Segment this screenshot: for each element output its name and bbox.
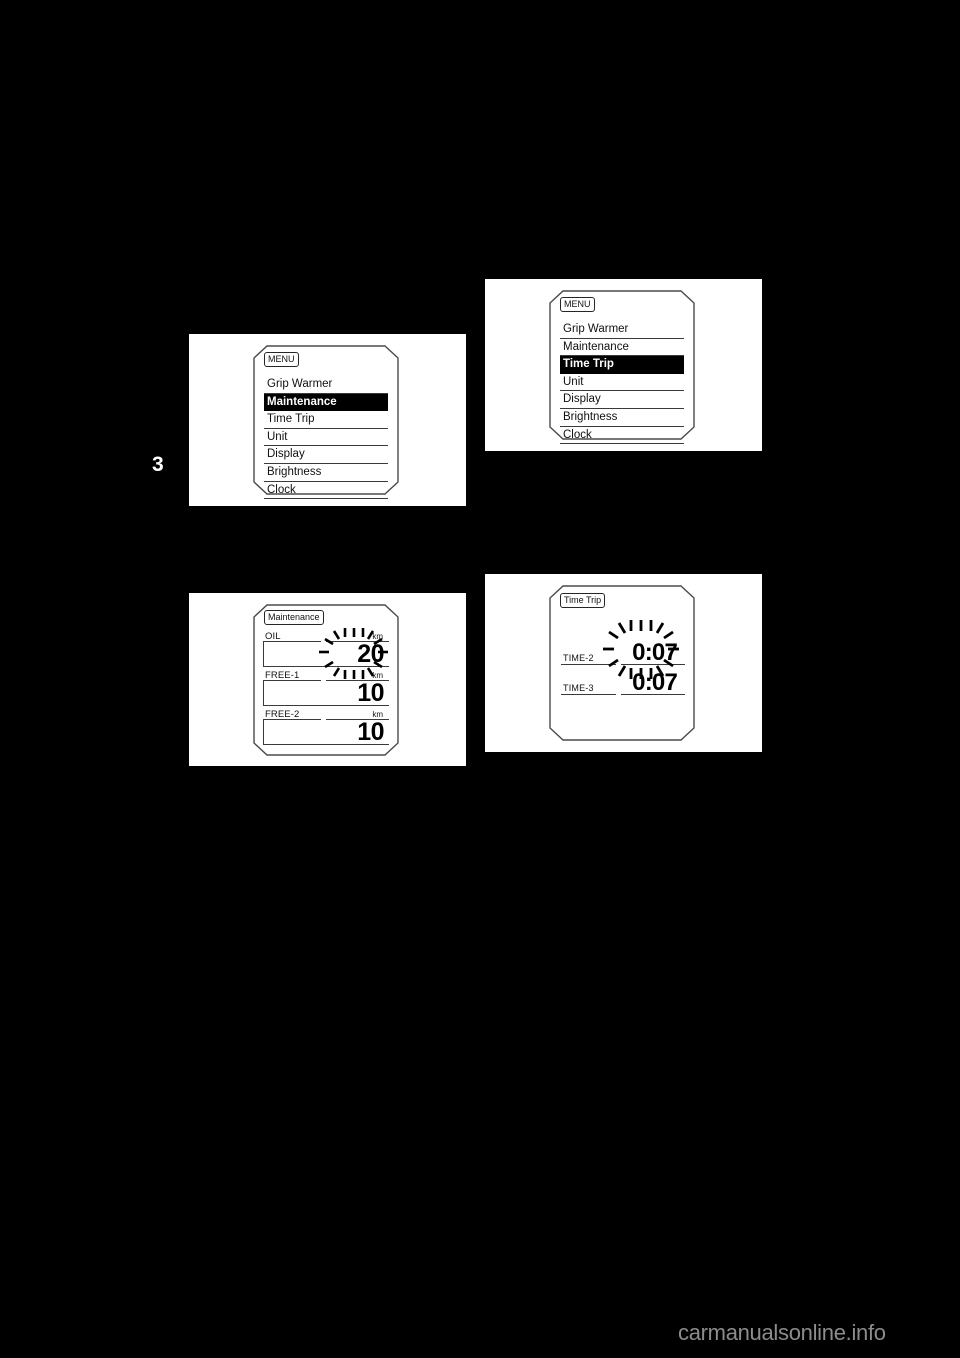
maintenance-value: 10 xyxy=(357,718,384,746)
menu-item-label: Grip Warmer xyxy=(267,378,333,391)
menu-item-grip-warmer[interactable]: Grip Warmer xyxy=(264,376,388,394)
screen-title-menu: MENU xyxy=(264,352,299,367)
maintenance-row-oil[interactable]: OIL km 20 xyxy=(263,628,389,679)
rule-left xyxy=(561,694,616,695)
menu-item-label: Unit xyxy=(267,430,288,443)
menu-item-unit[interactable]: Unit xyxy=(560,374,684,392)
time-trip-row-time-3[interactable]: TIME-3 0:07 xyxy=(561,665,685,696)
menu-item-label: Unit xyxy=(563,375,584,388)
menu-item-time-trip[interactable]: Time Trip xyxy=(264,411,388,429)
time-trip-value: 0:07 xyxy=(632,669,678,696)
maintenance-value-box: 10 xyxy=(263,679,389,707)
figure-menu-timetrip-selected: MENU Grip Warmer Maintenance Time Trip U… xyxy=(485,279,762,451)
menu-item-time-trip[interactable]: Time Trip xyxy=(560,356,684,374)
time-trip-label: TIME-2 xyxy=(563,653,594,663)
menu-list: Grip Warmer Maintenance Time Trip Unit D… xyxy=(560,321,684,445)
menu-item-grip-warmer[interactable]: Grip Warmer xyxy=(560,321,684,339)
menu-item-label: Brightness xyxy=(267,466,322,479)
maintenance-value: 10 xyxy=(357,679,384,707)
menu-item-label: Display xyxy=(563,393,601,406)
menu-item-unit[interactable]: Unit xyxy=(264,429,388,447)
menu-item-display[interactable]: Display xyxy=(264,446,388,464)
lcd-screen-time-trip: Time Trip TIME-2 0:07 TIME-3 0:07 xyxy=(549,585,695,741)
figure-maintenance-screen: Maintenance OIL km 20 FREE-1 km 10 FREE-… xyxy=(189,593,466,766)
menu-item-brightness[interactable]: Brightness xyxy=(264,464,388,482)
maintenance-row-free-1[interactable]: FREE-1 km 10 xyxy=(263,667,389,706)
maintenance-row-free-2[interactable]: FREE-2 km 10 xyxy=(263,706,389,745)
menu-item-label: Brightness xyxy=(563,411,618,424)
menu-item-label: Clock xyxy=(267,483,296,496)
menu-item-label: Display xyxy=(267,448,305,461)
lcd-screen-maintenance: Maintenance OIL km 20 FREE-1 km 10 FREE-… xyxy=(253,604,399,756)
menu-item-brightness[interactable]: Brightness xyxy=(560,409,684,427)
time-trip-label: TIME-3 xyxy=(563,683,594,693)
screen-title-time-trip: Time Trip xyxy=(560,593,606,608)
menu-item-label: Grip Warmer xyxy=(563,323,629,336)
figure-menu-maintenance-selected: MENU Grip Warmer Maintenance Time Trip U… xyxy=(189,334,466,506)
menu-item-clock[interactable]: Clock xyxy=(264,482,388,500)
figure-time-trip-screen: Time Trip TIME-2 0:07 TIME-3 0:07 xyxy=(485,574,762,752)
maintenance-rows: OIL km 20 FREE-1 km 10 FREE-2 km 10 xyxy=(263,628,389,745)
maintenance-label: FREE-1 xyxy=(265,670,300,681)
menu-item-label: Maintenance xyxy=(563,340,629,353)
menu-item-label: Maintenance xyxy=(267,395,337,408)
maintenance-value-box: 20 xyxy=(263,628,389,679)
menu-item-label: Clock xyxy=(563,428,592,441)
menu-item-maintenance[interactable]: Maintenance xyxy=(264,393,388,412)
menu-item-display[interactable]: Display xyxy=(560,391,684,409)
screen-title-menu: MENU xyxy=(560,297,595,312)
menu-item-label: Time Trip xyxy=(267,413,315,426)
time-trip-value: 0:07 xyxy=(632,639,678,666)
screen-title-maintenance: Maintenance xyxy=(264,610,324,625)
site-watermark: carmanualsonline.info xyxy=(678,1320,886,1345)
menu-item-label: Time Trip xyxy=(563,358,614,371)
time-trip-row-time-2[interactable]: TIME-2 0:07 xyxy=(561,620,685,679)
lcd-screen-menu-timetrip: MENU Grip Warmer Maintenance Time Trip U… xyxy=(549,290,695,445)
menu-list: Grip Warmer Maintenance Time Trip Unit D… xyxy=(264,376,388,500)
maintenance-label: OIL xyxy=(265,631,281,642)
menu-item-maintenance[interactable]: Maintenance xyxy=(560,339,684,357)
lcd-screen-menu-maintenance: MENU Grip Warmer Maintenance Time Trip U… xyxy=(253,345,399,500)
maintenance-value: 20 xyxy=(357,640,384,668)
menu-item-clock[interactable]: Clock xyxy=(560,427,684,445)
chapter-number-marker: 3 xyxy=(152,453,164,476)
maintenance-label: FREE-2 xyxy=(265,709,300,720)
maintenance-value-box: 10 xyxy=(263,718,389,746)
time-trip-rows: TIME-2 0:07 TIME-3 0:07 xyxy=(561,620,685,696)
